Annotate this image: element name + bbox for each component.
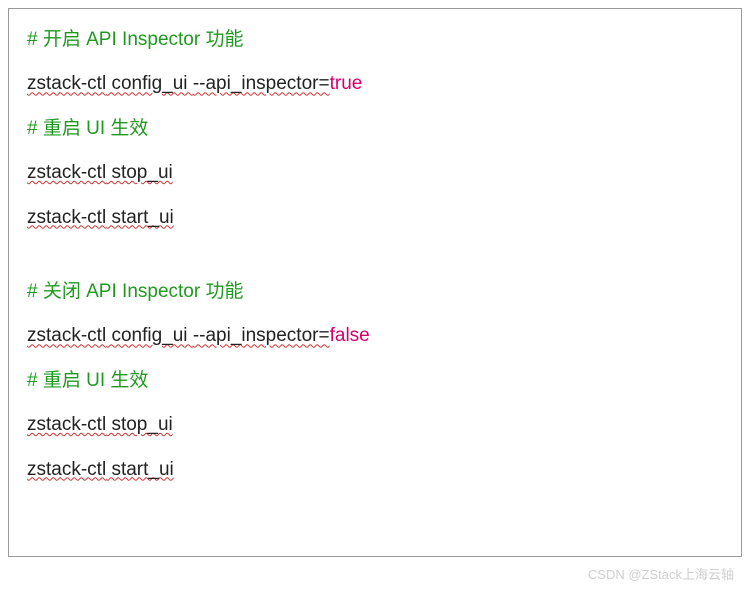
- code-line-comment: # 重启 UI 生效: [27, 366, 723, 396]
- comment-hash: #: [27, 29, 43, 50]
- command-base: zstack-ctl: [27, 325, 106, 346]
- command-subcmd: config_ui: [106, 325, 193, 346]
- command-base: zstack-ctl: [27, 73, 106, 94]
- comment-hash: #: [27, 370, 43, 391]
- command-value: true: [330, 73, 363, 94]
- code-line-command: zstack-ctl stop_ui: [27, 158, 723, 188]
- command-subcmd: stop_ui: [106, 414, 173, 435]
- comment-text: 开启 API Inspector 功能: [43, 29, 244, 50]
- code-line-comment: # 开启 API Inspector 功能: [27, 25, 723, 55]
- command-base: zstack-ctl: [27, 459, 106, 480]
- code-line-command: zstack-ctl start_ui: [27, 203, 723, 233]
- code-block: # 开启 API Inspector 功能 zstack-ctl config_…: [8, 8, 742, 557]
- code-line-command: zstack-ctl config_ui --api_inspector=fal…: [27, 321, 723, 351]
- comment-hash: #: [27, 118, 43, 139]
- comment-text: 关闭 API Inspector 功能: [43, 281, 244, 302]
- command-subcmd: stop_ui: [106, 162, 173, 183]
- comment-hash: #: [27, 281, 43, 302]
- code-line-comment: # 关闭 API Inspector 功能: [27, 277, 723, 307]
- comment-text: 重启 UI 生效: [43, 370, 149, 391]
- command-flag: --api_inspector=: [193, 325, 330, 346]
- command-base: zstack-ctl: [27, 207, 106, 228]
- command-value: false: [330, 325, 370, 346]
- command-subcmd: start_ui: [106, 207, 174, 228]
- command-base: zstack-ctl: [27, 162, 106, 183]
- code-line-command: zstack-ctl stop_ui: [27, 410, 723, 440]
- code-line-comment: # 重启 UI 生效: [27, 114, 723, 144]
- code-line-command: zstack-ctl config_ui --api_inspector=tru…: [27, 69, 723, 99]
- command-flag: --api_inspector=: [193, 73, 330, 94]
- comment-text: 重启 UI 生效: [43, 118, 149, 139]
- command-base: zstack-ctl: [27, 414, 106, 435]
- command-subcmd: config_ui: [106, 73, 193, 94]
- command-subcmd: start_ui: [106, 459, 174, 480]
- code-line-command: zstack-ctl start_ui: [27, 455, 723, 485]
- watermark-text: CSDN @ZStack上海云轴: [588, 564, 734, 583]
